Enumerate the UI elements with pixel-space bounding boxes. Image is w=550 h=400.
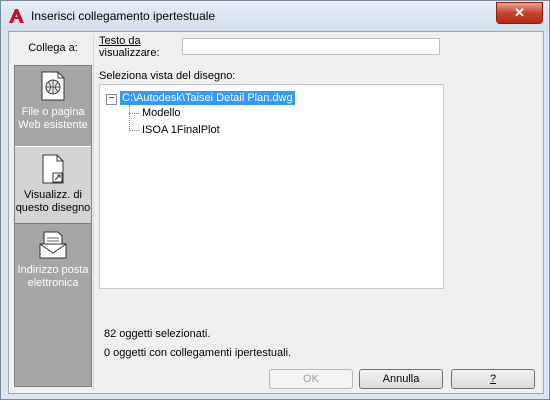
dialog-content: Collega a: Testo da visualizzare: File o… <box>8 31 544 394</box>
tree-node-modello[interactable]: Modello <box>142 107 181 119</box>
title-bar[interactable]: Inserisci collegamento ipertestuale ✕ <box>1 1 549 31</box>
sidebar-item-web-file[interactable]: File o pagina Web esistente <box>15 70 91 148</box>
link-to-label: Collega a: <box>28 42 78 54</box>
autocad-app-icon <box>9 9 24 23</box>
dialog-window: Inserisci collegamento ipertestuale ✕ Co… <box>0 0 550 400</box>
display-text-label: Testo da visualizzare: <box>99 35 160 59</box>
display-text-label-line2: visualizzare: <box>99 47 160 59</box>
hyperlink-count-status: 0 oggetti con collegamenti ipertestuali. <box>104 347 292 359</box>
display-text-label-line1: Testo da <box>99 35 141 47</box>
tree-node-isoa[interactable]: ISOA 1FinalPlot <box>142 124 220 136</box>
drawing-view-label: Seleziona vista del disegno: <box>99 70 236 82</box>
selected-count-status: 82 oggetti selezionati. <box>104 328 211 340</box>
sidebar-item-email[interactable]: Indirizzo posta elettronica <box>15 226 91 304</box>
sidebar-item-email-label: Indirizzo posta elettronica <box>17 264 89 289</box>
display-text-input[interactable] <box>182 38 440 55</box>
link-type-sidebar: File o pagina Web esistente Visualizz. d… <box>14 65 92 387</box>
vertical-divider <box>93 34 94 390</box>
close-icon: ✕ <box>514 5 525 20</box>
tree-connector <box>129 113 139 114</box>
drawing-view-tree[interactable]: − C:\Autodesk\Taisei Detail Plan.dwg Mod… <box>99 84 444 289</box>
drawing-view-icon <box>42 154 64 184</box>
tree-root-node[interactable]: C:\Autodesk\Taisei Detail Plan.dwg <box>120 91 295 105</box>
collapse-icon[interactable]: − <box>106 94 117 105</box>
sidebar-item-drawing-view[interactable]: Visualizz. di questo disegno <box>15 146 91 224</box>
web-file-icon <box>41 71 65 101</box>
close-button[interactable]: ✕ <box>496 2 543 24</box>
cancel-button[interactable]: Annulla <box>359 369 443 389</box>
window-title: Inserisci collegamento ipertestuale <box>31 9 216 23</box>
help-button[interactable]: ? <box>451 369 535 389</box>
tree-connector <box>129 105 130 131</box>
ok-button[interactable]: OK <box>269 369 353 389</box>
sidebar-item-web-file-label: File o pagina Web esistente <box>18 106 88 131</box>
tree-connector <box>129 130 139 131</box>
email-icon <box>39 231 67 259</box>
sidebar-item-drawing-view-label: Visualizz. di questo disegno <box>15 189 91 214</box>
